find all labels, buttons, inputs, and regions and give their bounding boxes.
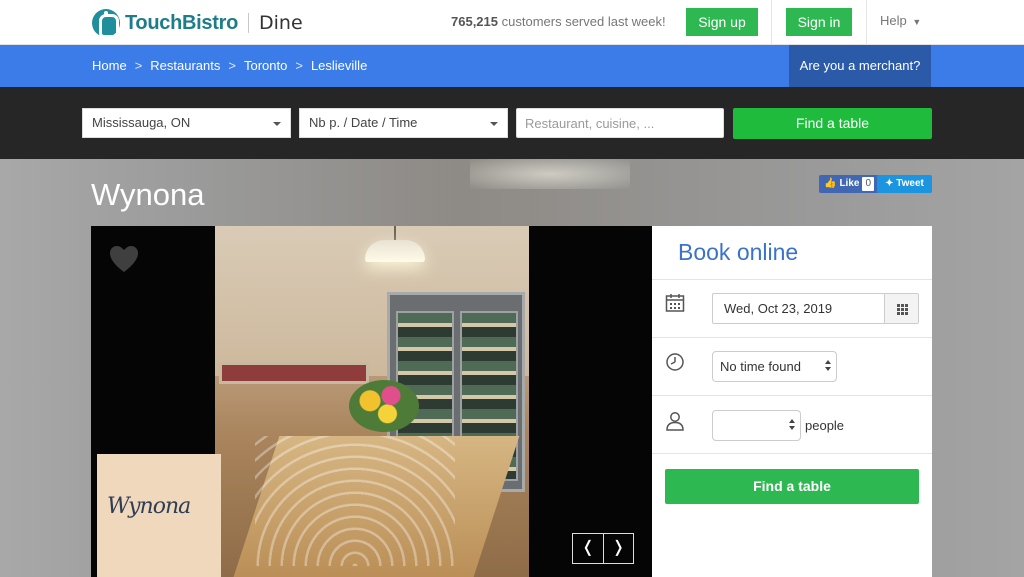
header-divider [771, 0, 772, 45]
flower-bouquet [349, 380, 419, 432]
select-arrows-icon [789, 419, 795, 431]
breadcrumb-separator: > [228, 58, 236, 73]
breadcrumb-home[interactable]: Home [92, 58, 127, 73]
header-divider [866, 0, 867, 45]
wine-glasses [255, 436, 455, 566]
pineapple-logo-icon [92, 9, 120, 38]
product-name: Dine [259, 12, 303, 34]
caret-down-icon [490, 122, 498, 126]
people-select[interactable] [712, 410, 801, 441]
calendar-toggle-button[interactable] [884, 294, 918, 323]
logo-divider [248, 13, 249, 33]
sign-up-button[interactable]: Sign up [686, 8, 758, 36]
breadcrumb-leslieville[interactable]: Leslieville [311, 58, 367, 73]
location-select[interactable]: Mississauga, ON [82, 108, 291, 138]
breadcrumb-toronto[interactable]: Toronto [244, 58, 287, 73]
top-header: TouchBistro Dine 765,215 customers serve… [0, 0, 1024, 45]
breadcrumb-separator: > [295, 58, 303, 73]
grid-icon [897, 304, 908, 315]
like-label: Like [839, 178, 860, 189]
caret-down-icon [273, 122, 281, 126]
time-value: No time found [720, 359, 801, 374]
divider [652, 395, 932, 396]
book-online-title: Book online [678, 239, 799, 265]
brand-name: TouchBistro [125, 11, 238, 34]
help-label: Help [880, 13, 907, 28]
customers-count: 765,215 [451, 14, 498, 29]
chevron-down-icon: ▼ [912, 17, 922, 27]
tweet-label: Tweet [896, 178, 924, 189]
person-icon [666, 412, 684, 431]
pendant-lamp [365, 240, 425, 262]
divider [652, 279, 932, 280]
date-value: Wed, Oct 23, 2019 [724, 301, 833, 316]
hero-light-glow [470, 159, 630, 189]
twitter-bird-icon: ✦ [885, 178, 894, 189]
heart-favorite-icon[interactable] [108, 244, 140, 274]
restaurant-logo-script: Wynona [107, 494, 191, 519]
next-photo-button[interactable]: ❭ [603, 534, 633, 563]
breadcrumb: Home > Restaurants > Toronto > Leslievil… [92, 58, 367, 73]
tweet-button[interactable]: ✦ Tweet [877, 175, 932, 193]
customers-served-text: 765,215 customers served last week! [451, 14, 666, 29]
find-table-button[interactable]: Find a table [733, 108, 932, 139]
breadcrumb-restaurants[interactable]: Restaurants [150, 58, 220, 73]
party-date-time-value: Nb p. / Date / Time [309, 115, 418, 130]
restaurant-photo [215, 226, 529, 577]
divider [652, 453, 932, 454]
time-select[interactable]: No time found [712, 351, 837, 382]
date-picker-field[interactable]: Wed, Oct 23, 2019 [712, 293, 919, 324]
location-value: Mississauga, ON [92, 115, 191, 130]
book-find-table-button[interactable]: Find a table [665, 469, 919, 504]
breadcrumb-bar: Home > Restaurants > Toronto > Leslievil… [0, 45, 1024, 87]
people-label: people [805, 418, 845, 433]
previous-photo-button[interactable]: ❬ [573, 534, 603, 563]
help-menu[interactable]: Help ▼ [880, 13, 921, 28]
thumbs-up-icon: 👍 [824, 178, 837, 189]
photo-lamp-wire [394, 226, 396, 240]
restaurant-logo-card: Wynona [97, 454, 221, 577]
merchant-link[interactable]: Are you a merchant? [789, 45, 931, 87]
like-count: 0 [862, 177, 875, 191]
gallery-nav: ❬ ❭ [572, 533, 634, 564]
sign-in-button[interactable]: Sign in [786, 8, 852, 36]
breadcrumb-separator: > [134, 58, 143, 73]
restaurant-search-input[interactable] [516, 108, 724, 138]
calendar-icon [665, 294, 685, 312]
restaurant-name: Wynona [91, 177, 205, 212]
divider [652, 337, 932, 338]
search-bar: Mississauga, ON Nb p. / Date / Time Find… [0, 87, 1024, 159]
customers-caption: customers served last week! [501, 14, 666, 29]
party-date-time-select[interactable]: Nb p. / Date / Time [299, 108, 508, 138]
photo-window [219, 362, 369, 384]
clock-icon [666, 353, 684, 371]
select-arrows-icon [825, 360, 831, 372]
booking-panel: Book online Wed, Oct 23, 2019 No time fo… [652, 226, 932, 577]
facebook-like-button[interactable]: 👍 Like 0 [819, 175, 880, 193]
touchbistro-logo[interactable]: TouchBistro Dine [92, 9, 303, 38]
